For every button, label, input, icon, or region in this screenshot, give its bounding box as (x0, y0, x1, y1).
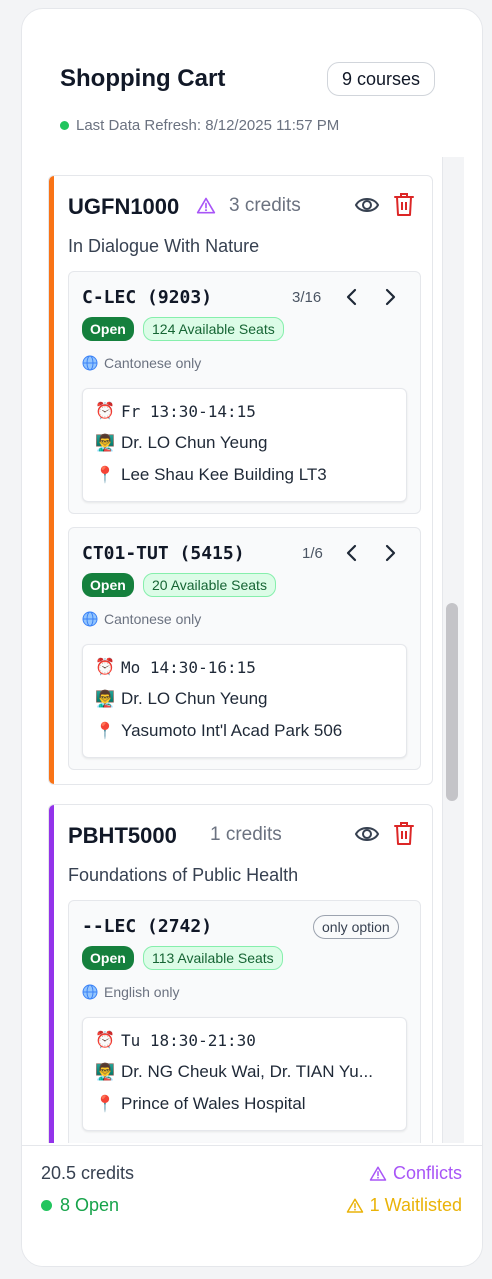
status-badge: Open (82, 946, 134, 970)
conflicts-text: Conflicts (392, 1163, 462, 1183)
refresh-text: Last Data Refresh: 8/12/2025 11:57 PM (76, 117, 340, 134)
meeting-location-row: 📍 Yasumoto Int'l Acad Park 506 (95, 721, 342, 741)
shopping-cart-panel: Shopping Cart 9 courses Last Data Refres… (21, 8, 483, 1267)
total-credits: 20.5 credits (41, 1163, 135, 1183)
globe-icon (82, 355, 98, 371)
course-count-badge: 9 courses (327, 62, 436, 96)
prev-chevron-icon[interactable] (343, 542, 361, 564)
meeting-time: Mo 14:30-16:15 (121, 657, 256, 677)
section-title: CT01-TUT (5415) (82, 543, 245, 564)
view-eye-icon[interactable] (354, 823, 380, 845)
course-name: In Dialogue With Nature (68, 236, 260, 256)
alarm-clock-icon: ⏰ (95, 403, 115, 420)
language-info: Cantonese only (82, 355, 201, 371)
section-pager: 3/16 (292, 289, 322, 306)
meeting-location-row: 📍 Lee Shau Kee Building LT3 (95, 465, 327, 485)
meeting-time-row: ⏰ Mo 14:30-16:15 (95, 657, 256, 677)
scrollbar-thumb[interactable] (446, 603, 458, 801)
section-card: --LEC (2742) only option Open 113 Availa… (68, 900, 421, 1143)
status-badge: Open (82, 573, 134, 597)
course-name: Foundations of Public Health (68, 865, 299, 885)
pin-icon: 📍 (95, 1096, 115, 1113)
seats-badge: 124 Available Seats (143, 317, 284, 341)
meeting-time: Tu 18:30-21:30 (121, 1030, 256, 1050)
meeting-instructor: Dr. NG Cheuk Wai, Dr. TIAN Yu... (121, 1062, 373, 1081)
pin-icon: 📍 (95, 467, 115, 484)
course-credits: 1 credits (210, 824, 282, 845)
course-accent-bar (49, 805, 54, 1143)
alarm-clock-icon: ⏰ (95, 1032, 115, 1049)
language-info: English only (82, 984, 180, 1000)
meeting-box: ⏰ Fr 13:30-14:15 👨‍🏫 Dr. LO Chun Yeung 📍… (82, 388, 407, 502)
section-card: C-LEC (9203) 3/16 Open 124 Available Sea… (68, 271, 421, 514)
meeting-location: Yasumoto Int'l Acad Park 506 (121, 721, 343, 740)
course-card-ugfn1000: UGFN1000 3 credits In Dialogue With Natu… (48, 175, 433, 785)
view-eye-icon[interactable] (354, 194, 380, 216)
warning-icon[interactable] (196, 196, 216, 216)
open-count: 8 Open (41, 1195, 119, 1216)
delete-trash-icon[interactable] (393, 191, 415, 217)
course-code: UGFN1000 (68, 194, 180, 219)
meeting-instructor-row: 👨‍🏫 Dr. NG Cheuk Wai, Dr. TIAN Yu... (95, 1062, 373, 1082)
prev-chevron-icon[interactable] (343, 286, 361, 308)
meeting-time: Fr 13:30-14:15 (121, 401, 256, 421)
meeting-location-row: 📍 Prince of Wales Hospital (95, 1094, 306, 1114)
language-info: Cantonese only (82, 611, 201, 627)
warning-icon (346, 1198, 363, 1213)
course-code: PBHT5000 (68, 823, 177, 848)
next-chevron-icon[interactable] (381, 542, 399, 564)
language-text: Cantonese only (104, 611, 202, 627)
meeting-time-row: ⏰ Fr 13:30-14:15 (95, 401, 256, 421)
course-accent-bar (49, 176, 54, 784)
section-title: C-LEC (9203) (82, 287, 213, 308)
teacher-icon: 👨‍🏫 (95, 691, 115, 708)
meeting-location: Lee Shau Kee Building LT3 (121, 465, 327, 484)
data-refresh-status: Last Data Refresh: 8/12/2025 11:57 PM (60, 117, 339, 134)
open-count-text: 8 Open (60, 1195, 120, 1215)
meeting-box: ⏰ Mo 14:30-16:15 👨‍🏫 Dr. LO Chun Yeung 📍… (82, 644, 407, 758)
meeting-instructor-row: 👨‍🏫 Dr. LO Chun Yeung (95, 689, 268, 709)
course-credits: 3 credits (229, 195, 301, 216)
status-badge: Open (82, 317, 134, 341)
cart-footer: 20.5 credits 8 Open Conflicts 1 Waitlist… (22, 1145, 482, 1266)
course-list[interactable]: UGFN1000 3 credits In Dialogue With Natu… (22, 157, 482, 1143)
section-pager: 1/6 (302, 545, 323, 562)
waitlisted-text: 1 Waitlisted (369, 1195, 462, 1215)
warning-icon (369, 1166, 387, 1181)
conflicts-link[interactable]: Conflicts (369, 1163, 462, 1184)
seats-badge: 20 Available Seats (143, 573, 276, 597)
meeting-instructor: Dr. LO Chun Yeung (121, 689, 268, 708)
language-text: English only (104, 984, 180, 1000)
status-dot-icon (60, 121, 69, 130)
section-card: CT01-TUT (5415) 1/6 Open 20 Available Se… (68, 527, 421, 770)
pin-icon: 📍 (95, 723, 115, 740)
section-title: --LEC (2742) (82, 916, 213, 937)
delete-trash-icon[interactable] (393, 820, 415, 846)
cart-header: Shopping Cart 9 courses Last Data Refres… (22, 9, 482, 157)
waitlisted-link[interactable]: 1 Waitlisted (346, 1195, 462, 1216)
meeting-instructor: Dr. LO Chun Yeung (121, 433, 268, 452)
meeting-instructor-row: 👨‍🏫 Dr. LO Chun Yeung (95, 433, 268, 453)
globe-icon (82, 984, 98, 1000)
teacher-icon: 👨‍🏫 (95, 1064, 115, 1081)
course-card-pbht5000: PBHT5000 1 credits Foundations of Public… (48, 804, 433, 1143)
seats-badge: 113 Available Seats (143, 946, 283, 970)
alarm-clock-icon: ⏰ (95, 659, 115, 676)
open-dot-icon (41, 1200, 52, 1211)
teacher-icon: 👨‍🏫 (95, 435, 115, 452)
meeting-location: Prince of Wales Hospital (121, 1094, 306, 1113)
meeting-time-row: ⏰ Tu 18:30-21:30 (95, 1030, 256, 1050)
language-text: Cantonese only (104, 355, 202, 371)
page-title: Shopping Cart (60, 65, 226, 92)
only-option-badge: only option (313, 915, 399, 939)
globe-icon (82, 611, 98, 627)
meeting-box: ⏰ Tu 18:30-21:30 👨‍🏫 Dr. NG Cheuk Wai, D… (82, 1017, 407, 1131)
next-chevron-icon[interactable] (381, 286, 399, 308)
